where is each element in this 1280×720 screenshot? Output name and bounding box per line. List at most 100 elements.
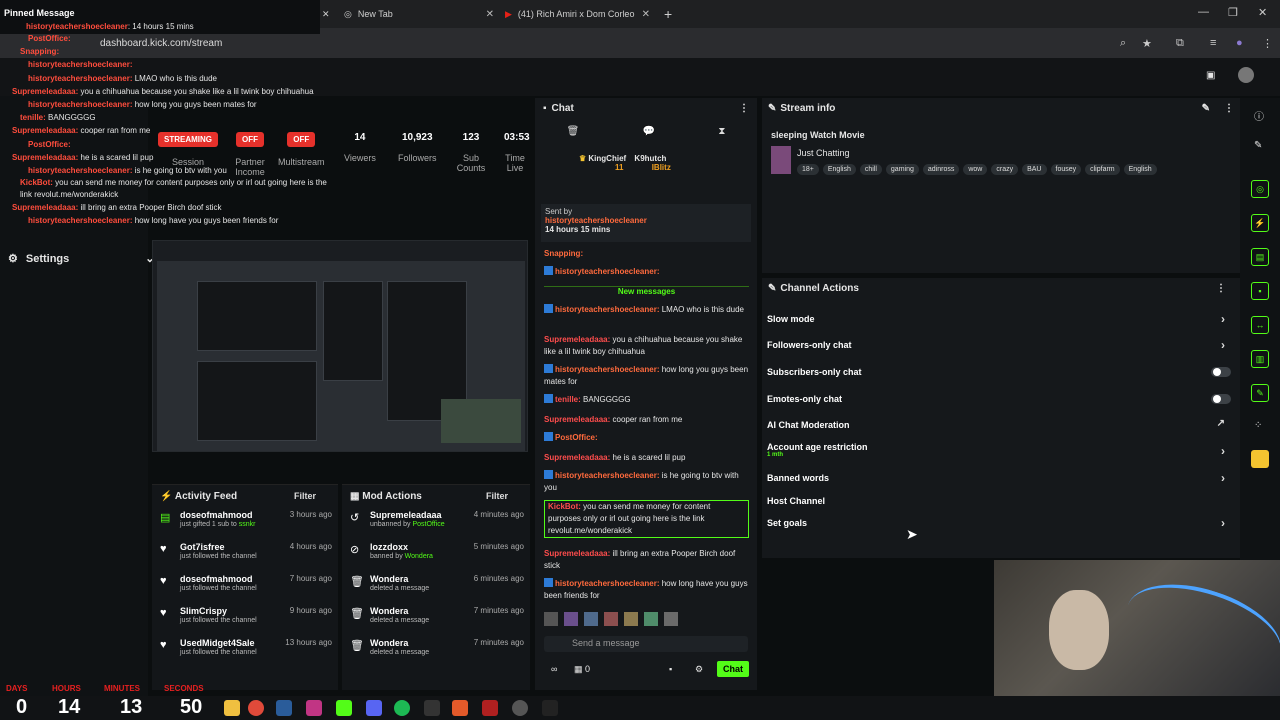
- new-tab-button[interactable]: +: [664, 4, 672, 24]
- list-item: ⊘ lozzdoxx banned by Wondera 5 minutes a…: [350, 542, 524, 560]
- spotify-icon[interactable]: [394, 700, 410, 716]
- speech-bubble-icon[interactable]: 💬: [643, 126, 655, 137]
- list-item: 🗑 Wondera deleted a message 7 minutes ag…: [350, 638, 524, 656]
- emote-icon[interactable]: [564, 612, 578, 626]
- mod-filter-button[interactable]: Filter: [486, 491, 508, 501]
- close-tab-icon[interactable]: ✕: [322, 4, 330, 24]
- tag-list: 18+ English chill gaming adinross wow crazy BAU…: [797, 162, 1161, 175]
- close-tab-icon[interactable]: ✕: [642, 9, 650, 20]
- more-icon[interactable]: ⋮: [739, 103, 749, 114]
- emote-icon[interactable]: [644, 612, 658, 626]
- emote-icon[interactable]: [624, 612, 638, 626]
- pencil-icon[interactable]: ✎: [1254, 140, 1262, 151]
- category-name: Just Chatting: [797, 148, 850, 158]
- overlay-line: historyteachershoecleaner: how long you …: [28, 100, 257, 110]
- activity-filter-button[interactable]: Filter: [294, 491, 316, 501]
- emote-icon[interactable]: [544, 612, 558, 626]
- kick-icon[interactable]: [336, 700, 352, 716]
- media-icon[interactable]: ≡: [1210, 37, 1216, 49]
- tab-youtube[interactable]: ▶ (41) Rich Amiri x Dom Corleo ✕: [505, 4, 650, 24]
- discord-icon[interactable]: [366, 700, 382, 716]
- account-age-row[interactable]: Account age restriction 1 mth ›: [767, 442, 1233, 458]
- set-goals-row[interactable]: Set goals ›: [767, 516, 1233, 530]
- info-icon[interactable]: ⓘ: [1254, 108, 1264, 123]
- emote-icon[interactable]: [664, 612, 678, 626]
- notifications-icon[interactable]: ▣: [1206, 70, 1215, 81]
- menu-icon[interactable]: ⋮: [1262, 37, 1273, 50]
- stream-info-header: ✎ Stream info ✎ ⋮: [768, 102, 1234, 114]
- category-thumbnail: [771, 146, 791, 174]
- trash-icon: 🗑: [350, 608, 364, 620]
- gear-icon[interactable]: ⚙: [695, 664, 703, 675]
- subscribers-only-toggle[interactable]: [1211, 367, 1231, 377]
- app-icon[interactable]: [482, 700, 498, 716]
- document-icon[interactable]: ▤: [1251, 248, 1269, 266]
- camera-icon[interactable]: ◎: [1251, 180, 1269, 198]
- overlay-line: KickBot: you can send me money for conte…: [20, 178, 327, 200]
- grid-icon[interactable]: ⁘: [1254, 420, 1262, 431]
- host-channel-row[interactable]: Host Channel: [767, 496, 1233, 506]
- emotes-only-toggle[interactable]: [1211, 394, 1231, 404]
- sidebar-item-settings[interactable]: ⚙ Settings ⌄: [8, 252, 155, 266]
- clipboard-icon[interactable]: [1251, 450, 1269, 468]
- preview-window: [197, 361, 317, 441]
- emote-icon[interactable]: [584, 612, 598, 626]
- stream-preview[interactable]: [152, 240, 528, 452]
- maximize-icon[interactable]: ❐: [1228, 6, 1238, 19]
- steam-icon[interactable]: [276, 700, 292, 716]
- list-item: ↺ Supremeleadaaa unbanned by PostOffice …: [350, 510, 524, 528]
- chevron-right-icon: ›: [1221, 444, 1225, 458]
- tab-new-tab[interactable]: ◎ New Tab ✕: [344, 4, 494, 24]
- hourglass-icon[interactable]: ⧗: [718, 126, 725, 137]
- trash-icon[interactable]: 🗑: [567, 126, 580, 137]
- bookmark-star-icon[interactable]: ★: [1142, 37, 1152, 50]
- gift-icon[interactable]: ▦: [574, 664, 583, 674]
- lightning-icon[interactable]: ⚡: [1251, 214, 1269, 232]
- chat-toolbar: 🗑 💬 ⧗: [535, 126, 757, 137]
- profile-icon[interactable]: ●: [1236, 37, 1243, 49]
- pinned-message[interactable]: Sent by historyteachershoecleaner 14 hou…: [541, 204, 751, 242]
- preview-window: [197, 281, 317, 351]
- zoom-icon[interactable]: ⌕: [1120, 37, 1126, 50]
- chat-message: Supremeleadaaa: you a chihuahua because …: [544, 335, 743, 356]
- chat-icon[interactable]: ▪: [1251, 282, 1269, 300]
- obs-icon[interactable]: [452, 700, 468, 716]
- banned-words-row[interactable]: Banned words ›: [767, 471, 1233, 485]
- instagram-icon[interactable]: [306, 700, 322, 716]
- chat-message: Supremeleadaaa: cooper ran from me: [544, 415, 683, 424]
- emote-icon[interactable]: [604, 612, 618, 626]
- stats-icon[interactable]: ▥: [1251, 350, 1269, 368]
- wrench-icon[interactable]: ✎: [1251, 384, 1269, 402]
- avatar[interactable]: [1238, 67, 1254, 83]
- pencil-icon: ✎: [768, 102, 777, 114]
- stream-info-panel: ✎ Stream info ✎ ⋮ sleeping Watch Movie J…: [762, 98, 1240, 273]
- close-tab-icon[interactable]: ✕: [486, 9, 494, 20]
- channel-actions-panel: ✎ Channel Actions ⋮ Slow mode › Followers…: [762, 278, 1240, 558]
- emote-bar: [544, 612, 749, 628]
- more-icon[interactable]: ⋮: [1216, 283, 1226, 294]
- more-icon[interactable]: ⋮: [1224, 103, 1234, 114]
- edit-icon[interactable]: ✎: [1202, 103, 1210, 114]
- speech-bubble-icon[interactable]: ▪: [669, 664, 672, 674]
- stat-time-live: 03:53 Time Live: [504, 132, 530, 173]
- slow-mode-row[interactable]: Slow mode ›: [767, 312, 1233, 326]
- activity-feed-panel: ⚡ Activity Feed Filter ▤ doseofmahmood j…: [152, 484, 338, 690]
- send-chat-button[interactable]: Chat: [717, 661, 749, 677]
- file-explorer-icon[interactable]: [224, 700, 240, 716]
- minimize-icon[interactable]: —: [1198, 6, 1209, 18]
- chat-message: historyteachershoecleaner:: [544, 266, 749, 278]
- extensions-icon[interactable]: ⧉: [1176, 37, 1184, 50]
- channel-actions-header: ✎ Channel Actions ⋮: [768, 282, 1226, 294]
- app-icon[interactable]: [424, 700, 440, 716]
- code-icon[interactable]: ↔: [1251, 316, 1269, 334]
- chat-message: tenille: BANGGGGG: [544, 394, 749, 406]
- followers-only-row[interactable]: Followers-only chat ›: [767, 338, 1233, 352]
- settings-app-icon[interactable]: [512, 700, 528, 716]
- ai-moderation-row[interactable]: AI Chat Moderation ↗: [767, 418, 1233, 430]
- stat-sub-counts: 123 Sub Counts: [456, 132, 486, 173]
- close-window-icon[interactable]: ✕: [1258, 6, 1267, 19]
- chrome-icon[interactable]: [248, 700, 264, 716]
- chevron-right-icon: ›: [1221, 338, 1225, 352]
- epic-games-icon[interactable]: [542, 700, 558, 716]
- chat-input[interactable]: Send a message: [544, 636, 748, 652]
